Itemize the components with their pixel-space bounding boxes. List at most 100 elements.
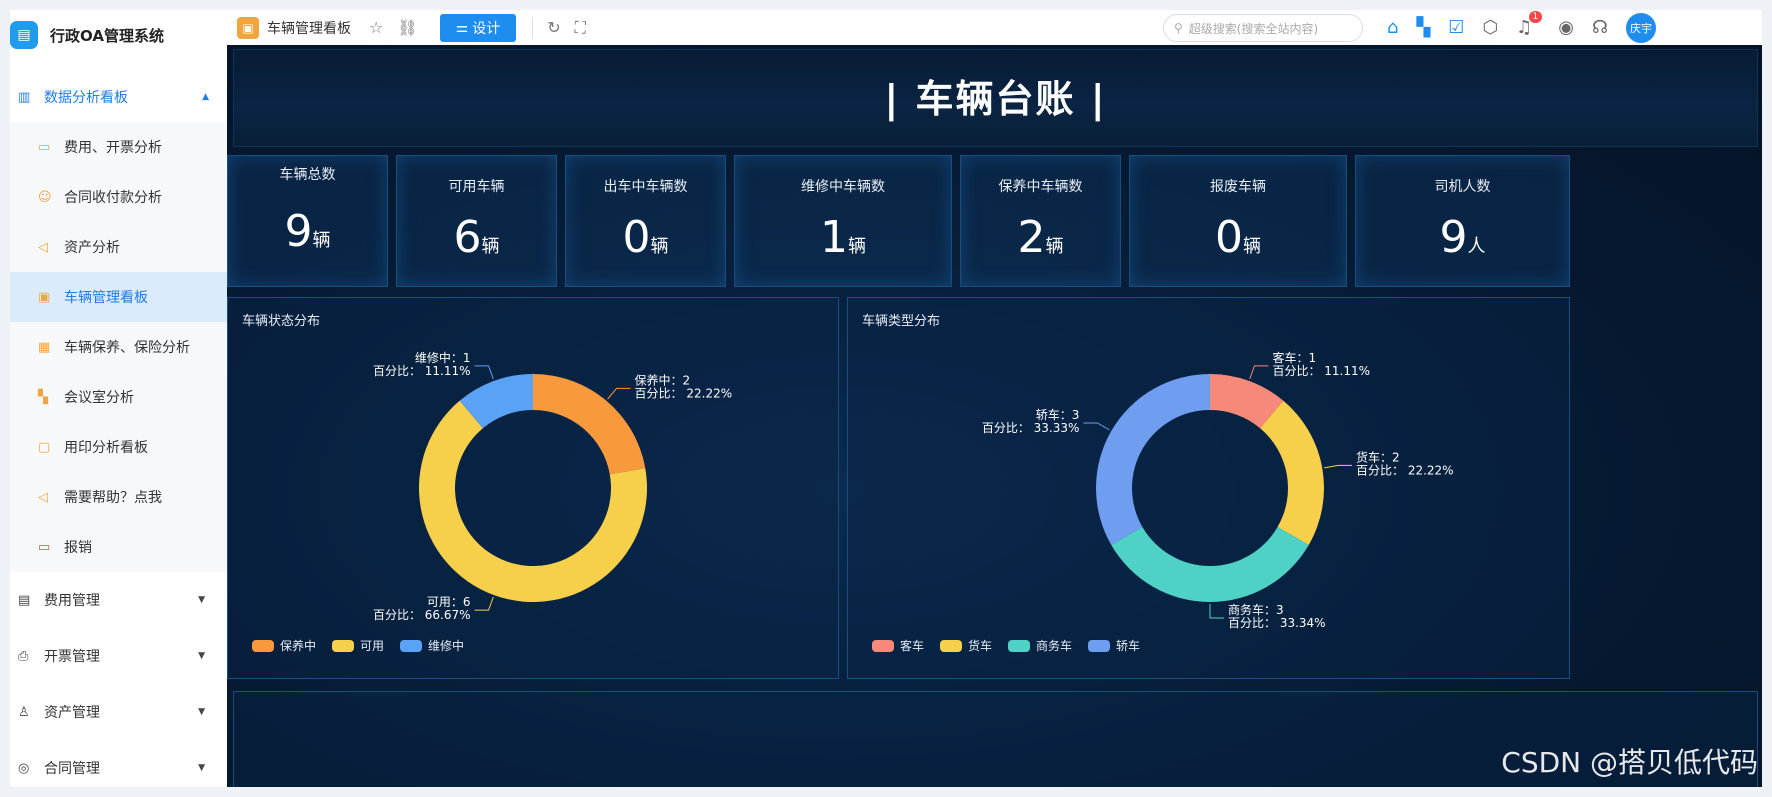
folder-icon: ▭ [38, 139, 51, 155]
panel-status-chart: 车辆状态分布 保养中：2 百分比： 22.22% 可用：6 百分比： 66.67% 维修… [227, 297, 839, 679]
stat-unit: 辆 [848, 236, 866, 257]
sidebar-item-help[interactable]: ◁ 需要帮助？点我 [10, 472, 227, 522]
legend-item[interactable]: 商务车 [1008, 637, 1072, 654]
stat-unit: 辆 [1243, 236, 1261, 257]
sidebar-item-label: 报销 [64, 540, 92, 556]
legend-swatch [400, 639, 423, 652]
donut-slice[interactable] [1260, 400, 1324, 545]
headset-icon[interactable]: ☊ [1592, 17, 1608, 38]
legend-label: 可用 [360, 639, 385, 653]
home-icon[interactable]: ⌂ [1387, 17, 1398, 38]
stat-unit: 辆 [1045, 236, 1064, 257]
sidebar-item-contract-mgmt[interactable]: ◎ 合同管理 ▼ [10, 740, 227, 787]
dashboard: | 车辆台账 | 车辆总数 9辆 可用车辆 6辆 出车中车辆数 0辆 维修中车辆… [227, 45, 1762, 787]
stat-value: 9 [284, 206, 313, 257]
stat-unit: 辆 [312, 230, 331, 251]
stat-value: 0 [622, 212, 651, 263]
apps-icon[interactable]: ▚ [1416, 17, 1430, 38]
panel-type-chart: 车辆类型分布 客车：1 百分比： 11.11% 货车：2 百分比： 22.22% 商务车… [847, 297, 1570, 679]
chevron-down-icon: ▼ [198, 707, 205, 717]
legend-swatch [940, 639, 963, 652]
sidebar-item-seal-board[interactable]: ▢ 用印分析看板 [10, 422, 227, 472]
label-leader-line [1249, 365, 1269, 380]
stat-value: 9 [1439, 212, 1468, 263]
slice-label-percent: 百分比： 66.67% [373, 608, 471, 622]
legend-item[interactable]: 保养中 [252, 637, 316, 654]
chart-icon: ▥ [18, 89, 31, 105]
stat-unit: 辆 [650, 236, 669, 257]
check-square-icon[interactable]: ☑ [1448, 17, 1464, 38]
slice-label-percent: 百分比： 33.33% [982, 421, 1080, 435]
sidebar-item-reimbursement[interactable]: ▭ 报销 [10, 522, 227, 572]
star-icon[interactable]: ☆ [369, 18, 383, 37]
compass-icon[interactable]: ◉ [1558, 17, 1574, 38]
stat-value: 6 [453, 212, 482, 263]
fullscreen-icon[interactable]: ⛶ [575, 18, 586, 38]
topbar: ▣ 车辆管理看板 ☆ ⛓ ⚌ 设计 ↻ ⛶ ⚲ 超级搜索(搜索全站内容) ⌂ ▚… [227, 10, 1762, 46]
legend-swatch [1008, 639, 1031, 652]
notification-badge: 1 [1528, 11, 1543, 23]
avatar[interactable]: 庆宇 [1626, 12, 1656, 43]
bell-icon[interactable]: ♫ 1 [1516, 11, 1543, 38]
stat-card-scrapped: 报废车辆 0辆 [1129, 155, 1347, 287]
sidebar-item-vehicle-maintenance[interactable]: ▦ 车辆保养、保险分析 [10, 322, 227, 372]
stat-value-wrap: 0辆 [1130, 212, 1346, 263]
menu-head-label: 数据分析看板 [44, 90, 128, 106]
donut-slice[interactable] [1096, 374, 1210, 545]
legend-swatch [1088, 639, 1111, 652]
stat-label: 出车中车辆数 [603, 179, 688, 195]
sidebar: ▤ 行政OA管理系统 ▥ 数据分析看板 ▲ ▭ 费用、开票分析 ☺ 合同收付款分… [10, 10, 228, 787]
search-input[interactable]: ⚲ 超级搜索(搜索全站内容) [1163, 14, 1363, 42]
sidebar-item-contract-analysis[interactable]: ☺ 合同收付款分析 [10, 172, 227, 222]
users-icon: ☺ [38, 189, 52, 205]
submenu: ▭ 费用、开票分析 ☺ 合同收付款分析 ◁ 资产分析 ▣ 车辆管理看板 ▦ 车辆… [10, 122, 227, 572]
sidebar-item-invoice-mgmt[interactable]: ⎙ 开票管理 ▼ [10, 628, 227, 684]
app-title: 行政OA管理系统 [50, 26, 164, 45]
stat-label: 车辆总数 [279, 167, 336, 183]
stat-value-wrap: 0辆 [566, 212, 725, 263]
megaphone-icon: ◁ [38, 489, 48, 505]
legend-swatch [332, 639, 355, 652]
legend-item[interactable]: 货车 [940, 637, 992, 654]
legend-label: 轿车 [1116, 639, 1141, 653]
design-button-label: 设计 [472, 20, 501, 37]
sidebar-item-label: 用印分析看板 [64, 440, 148, 456]
sidebar-item-asset-analysis[interactable]: ◁ 资产分析 [10, 222, 227, 272]
donut-slice[interactable] [1111, 527, 1309, 602]
sliders-icon: ⚌ [455, 19, 469, 36]
tab-title: 车辆管理看板 [267, 20, 351, 37]
donut-slice[interactable] [533, 374, 646, 475]
legend-item[interactable]: 轿车 [1088, 637, 1140, 654]
apps-icon: ▚ [38, 389, 48, 405]
sidebar-item-label: 合同收付款分析 [64, 190, 162, 206]
sidebar-item-expense-analysis[interactable]: ▭ 费用、开票分析 [10, 122, 227, 172]
sidebar-item-vehicle-board[interactable]: ▣ 车辆管理看板 [10, 272, 227, 322]
sidebar-item-label: 资产分析 [64, 240, 120, 256]
legend-item[interactable]: 可用 [332, 637, 384, 654]
topbar-icons: ⌂ ▚ ☑ ⬡ ♫ 1 ◉ ☊ 庆宇 [1387, 10, 1656, 45]
chevron-up-icon: ▲ [202, 92, 209, 102]
legend-item[interactable]: 维修中 [400, 637, 464, 654]
design-button[interactable]: ⚌ 设计 [439, 13, 517, 42]
menu-head-analytics[interactable]: ▥ 数据分析看板 ▲ [10, 72, 227, 122]
stat-card-out: 出车中车辆数 0辆 [565, 155, 726, 287]
slice-label-percent: 百分比： 22.22% [635, 386, 733, 400]
slice-label-value: 维修中：1 [415, 350, 471, 365]
legend-label: 保养中 [280, 639, 317, 653]
sidebar-item-expense-mgmt[interactable]: ▤ 费用管理 ▼ [10, 572, 227, 628]
sidebar-item-meeting-room[interactable]: ▚ 会议室分析 [10, 372, 227, 422]
chart-legend: 客车 货车 商务车 轿车 [872, 637, 1156, 654]
stat-value: 2 [1017, 212, 1046, 263]
search-placeholder: 超级搜索(搜索全站内容) [1188, 21, 1319, 36]
sidebar-item-label: 费用、开票分析 [64, 140, 162, 156]
briefcase-icon: ▣ [237, 16, 259, 39]
legend-swatch [252, 639, 274, 652]
slice-label-value: 客车：1 [1272, 350, 1316, 365]
legend-item[interactable]: 客车 [872, 637, 924, 654]
refresh-icon[interactable]: ↻ [547, 18, 560, 37]
sidebar-item-label: 开票管理 [44, 649, 100, 665]
hexagon-icon[interactable]: ⬡ [1482, 17, 1498, 38]
link-icon[interactable]: ⛓ [397, 18, 417, 37]
label-leader-line [607, 387, 631, 400]
sidebar-item-asset-mgmt[interactable]: ♙ 资产管理 ▼ [10, 684, 227, 740]
